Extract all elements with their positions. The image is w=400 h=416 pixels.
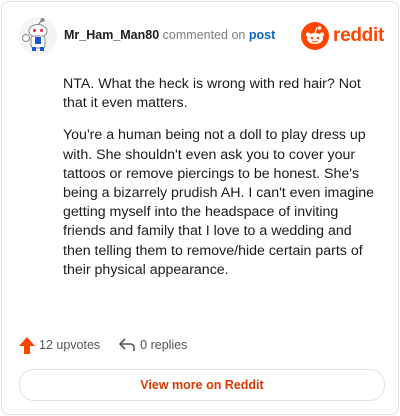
comment-paragraph-1: NTA. What the heck is wrong with red hai… [63,76,361,112]
reddit-logo-icon [301,22,330,50]
snoo-avatar-icon[interactable] [18,16,58,56]
upvote-arrow-icon [19,336,35,354]
comment-footer: 12 upvotes 0 replies [19,335,205,355]
author-line: Mr_Ham_Man80 commented on post [64,28,275,42]
upvote-count: 12 upvotes [39,338,101,352]
reddit-brand[interactable]: reddit [301,21,384,51]
post-link[interactable]: post [249,28,275,42]
embedded-comment-card: Mr_Ham_Man80 commented on post reddit NT… [1,1,399,415]
commented-on-text: commented on [162,28,246,42]
reddit-wordmark: reddit [333,25,384,46]
comment-paragraph-2: You're a human being not a doll to play … [63,127,375,278]
view-more-button[interactable]: View more on Reddit [19,369,385,401]
upvote-button[interactable]: 12 upvotes [19,336,101,354]
comment-header: Mr_Ham_Man80 commented on post reddit [18,16,384,56]
reply-count: 0 replies [140,338,188,352]
reply-button[interactable]: 0 replies [118,337,187,353]
reply-arrow-icon [119,338,135,351]
author-name[interactable]: Mr_Ham_Man80 [64,28,159,42]
comment-body: NTA. What the heck is wrong with red hai… [63,75,383,293]
